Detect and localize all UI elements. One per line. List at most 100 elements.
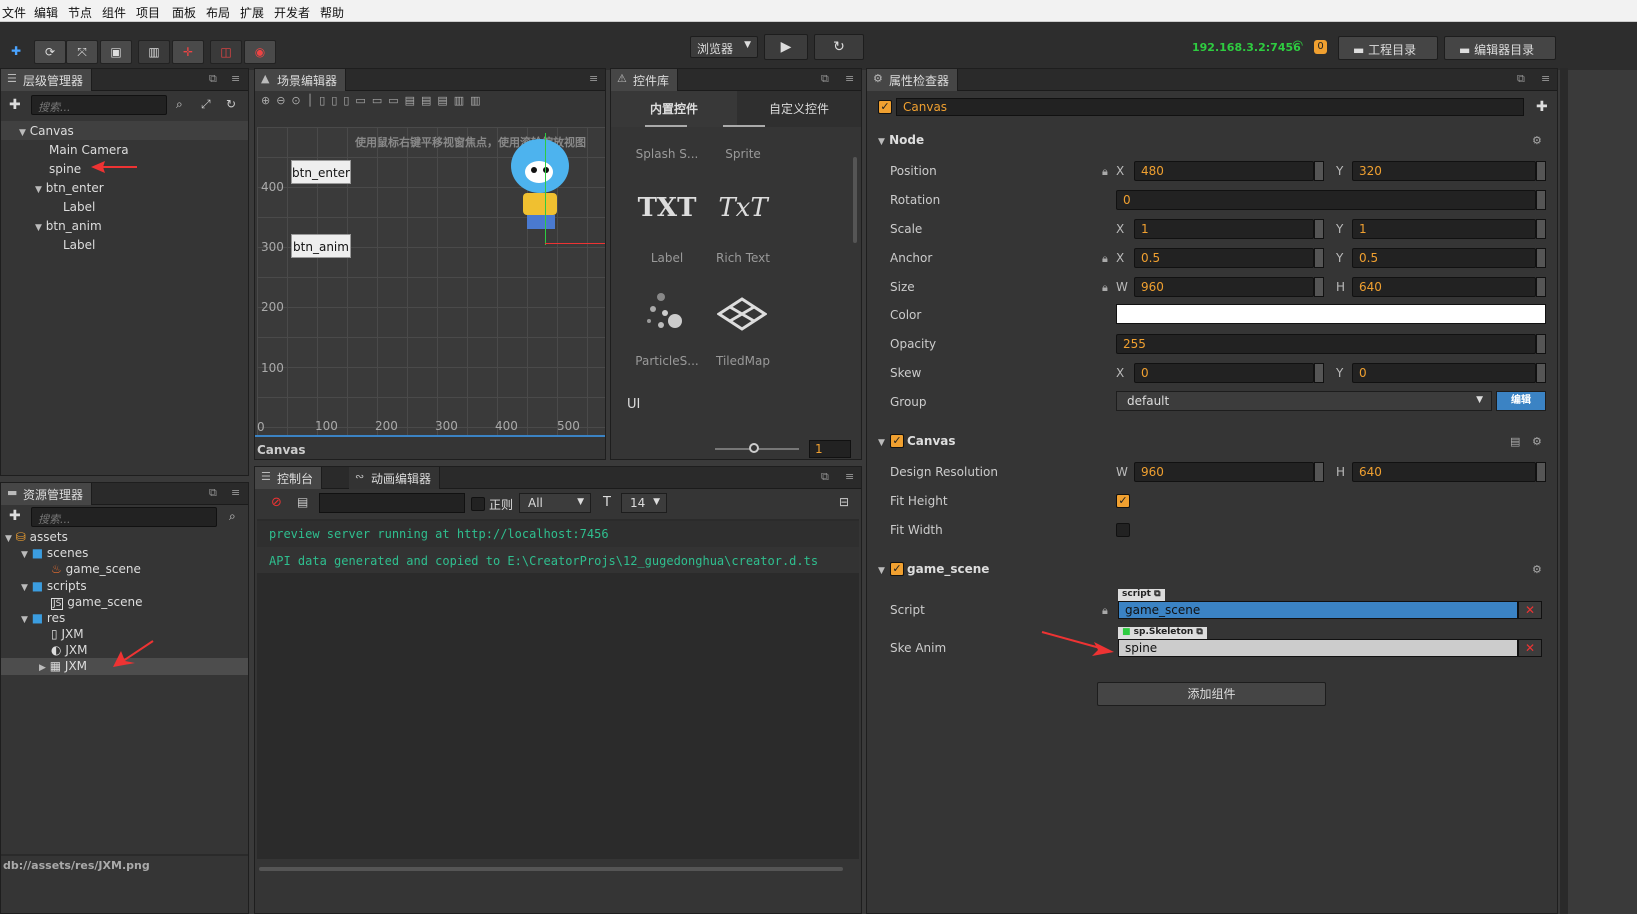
lock-icon[interactable]: 🔒︎ <box>1102 252 1108 266</box>
menu-developer[interactable]: 开发者 <box>274 4 310 21</box>
menu-edit[interactable]: 编辑 <box>34 4 58 21</box>
canvas-enabled-checkbox[interactable]: ✓ <box>890 434 904 448</box>
lock-icon[interactable]: 🔒︎ <box>1102 281 1108 295</box>
tab-hierarchy[interactable]: ☰ 层级管理器 <box>1 69 93 91</box>
project-dir-button[interactable]: ▬ 工程目录 <box>1338 36 1438 60</box>
hierarchy-search-input[interactable]: 搜索... <box>31 95 167 115</box>
skew-x-stepper[interactable] <box>1314 363 1324 383</box>
zoom-input[interactable]: 1 <box>809 440 851 458</box>
widget-sprite[interactable]: Sprite <box>705 147 781 161</box>
widget-richtext[interactable]: Rich Text <box>705 251 781 265</box>
rect-tool-icon[interactable]: ▣ <box>100 40 132 64</box>
file-icon[interactable]: ▤ <box>297 495 308 509</box>
menu-icon[interactable]: ≡ <box>845 72 854 85</box>
widgets-scrollbar[interactable] <box>853 157 857 243</box>
tree-node-main-camera[interactable]: Main Camera <box>49 143 129 157</box>
asset-root[interactable]: ▼ ⛁ assets <box>5 530 68 544</box>
search-icon[interactable]: ⌕ <box>176 97 183 112</box>
assets-search-input[interactable]: 搜索... <box>31 507 217 527</box>
center-icon[interactable]: ◉ <box>244 40 276 64</box>
scale-tool-icon[interactable]: ⤧ <box>66 40 98 64</box>
menu-component[interactable]: 组件 <box>102 4 126 21</box>
position-y-input[interactable]: 320 <box>1352 161 1536 181</box>
menu-panel[interactable]: 面板 <box>172 4 196 21</box>
tab-inspector[interactable]: ⚙ 属性检查器 <box>867 69 959 91</box>
asset-script-file[interactable]: JS game_scene <box>51 595 142 610</box>
asset-jxm-atlas[interactable]: ▯ JXM <box>51 627 84 641</box>
refresh-button[interactable]: ↻ <box>814 34 864 60</box>
opacity-input[interactable]: 255 <box>1116 334 1536 354</box>
pivot-icon[interactable]: ◫ <box>210 40 242 64</box>
tab-builtin-widgets[interactable]: 内置控件 <box>611 91 737 127</box>
tab-custom-widgets[interactable]: 自定义控件 <box>737 91 861 127</box>
size-w-input[interactable]: 960 <box>1134 277 1314 297</box>
scene-align-toolbar[interactable]: ⊕⊖⊙│▯▯▯▭▭▭▤▤▤▥▥ <box>261 94 487 107</box>
popout-icon[interactable]: ⧉ <box>1517 72 1525 86</box>
skew-x-input[interactable]: 0 <box>1134 363 1314 383</box>
anchor-x-stepper[interactable] <box>1314 248 1324 268</box>
scale-y-input[interactable]: 1 <box>1352 219 1536 239</box>
asset-folder-scenes[interactable]: ▼ ■ scenes <box>21 546 88 560</box>
lock-icon[interactable]: 🔒︎ <box>1102 165 1108 179</box>
section-node[interactable]: ▼ Node <box>878 133 1478 155</box>
tree-node-canvas[interactable]: ▼ Canvas <box>19 124 74 138</box>
size-h-stepper[interactable] <box>1536 277 1546 297</box>
node-name-input[interactable]: Canvas <box>896 98 1524 116</box>
design-height-input[interactable]: 640 <box>1352 462 1536 482</box>
scale-y-stepper[interactable] <box>1536 219 1546 239</box>
clear-script-button[interactable]: ✕ <box>1518 601 1542 619</box>
menu-extensions[interactable]: 扩展 <box>240 4 264 21</box>
rotate-tool-icon[interactable]: ⟳ <box>34 40 66 64</box>
widget-label[interactable]: Label <box>629 251 705 265</box>
local-coord-icon[interactable]: ▥ <box>138 40 170 64</box>
position-x-stepper[interactable] <box>1314 161 1324 181</box>
menu-layout[interactable]: 布局 <box>206 4 230 21</box>
design-width-input[interactable]: 960 <box>1134 462 1314 482</box>
scale-x-input[interactable]: 1 <box>1134 219 1314 239</box>
widget-particle[interactable]: ParticleS... <box>629 354 705 368</box>
gear-icon[interactable]: ⚙ <box>1532 563 1542 576</box>
tab-scene[interactable]: ▲ 场景编辑器 <box>255 69 347 91</box>
menu-project[interactable]: 项目 <box>136 4 160 21</box>
ske-anim-field[interactable]: spine <box>1118 639 1518 657</box>
refresh-icon[interactable]: ↻ <box>226 97 236 111</box>
group-edit-button[interactable]: 编辑 <box>1496 391 1546 411</box>
level-select[interactable]: All ▼ <box>519 493 591 513</box>
opacity-stepper[interactable] <box>1536 334 1546 354</box>
tree-node-label[interactable]: Label <box>63 200 95 214</box>
popout-icon[interactable]: ⧉ <box>209 486 217 500</box>
skew-y-stepper[interactable] <box>1536 363 1546 383</box>
tab-animation[interactable]: ∾ 动画编辑器 <box>349 467 441 489</box>
asset-jxm-skeleton[interactable]: ◐ JXM <box>51 643 87 657</box>
move-tool-icon[interactable]: ✚ <box>4 40 28 64</box>
add-asset-icon[interactable]: ✚ <box>9 508 21 524</box>
tab-assets[interactable]: ▬ 资源管理器 <box>1 483 93 505</box>
spine-character[interactable] <box>501 133 605 245</box>
collapse-icon[interactable]: ⊟ <box>839 495 849 509</box>
asset-folder-scripts[interactable]: ▼ ■ scripts <box>21 579 87 593</box>
size-h-input[interactable]: 640 <box>1352 277 1536 297</box>
skew-y-input[interactable]: 0 <box>1352 363 1536 383</box>
group-select[interactable]: default ▼ <box>1116 391 1492 411</box>
clear-icon[interactable]: ⊘ <box>271 495 282 510</box>
platform-select[interactable]: 浏览器 ▼ <box>690 36 758 58</box>
expand-icon[interactable]: ⤢ <box>201 97 211 112</box>
position-x-input[interactable]: 480 <box>1134 161 1314 181</box>
scene-btn-anim[interactable]: btn_anim <box>291 234 351 258</box>
global-coord-icon[interactable]: ✛ <box>172 40 204 64</box>
asset-folder-res[interactable]: ▼ ■ res <box>21 611 65 625</box>
asset-scene-file[interactable]: ♨ game_scene <box>51 562 141 576</box>
gear-icon[interactable]: ⚙ <box>1532 435 1542 448</box>
preview-ip[interactable]: 192.168.3.2:7456 <box>1192 41 1301 54</box>
design-height-stepper[interactable] <box>1536 462 1546 482</box>
node-active-checkbox[interactable]: ✓ <box>878 100 892 114</box>
design-width-stepper[interactable] <box>1314 462 1324 482</box>
fit-height-checkbox[interactable]: ✓ <box>1116 494 1130 508</box>
widget-tiledmap[interactable]: TiledMap <box>705 354 781 368</box>
zoom-slider-handle[interactable] <box>749 443 759 453</box>
color-swatch[interactable] <box>1116 304 1546 324</box>
play-button[interactable]: ▶ <box>764 34 808 60</box>
popout-icon[interactable]: ⧉ <box>821 72 829 86</box>
asset-jxm-png[interactable]: ▶ ▦ JXM <box>39 659 87 673</box>
menu-file[interactable]: 文件 <box>2 4 26 21</box>
